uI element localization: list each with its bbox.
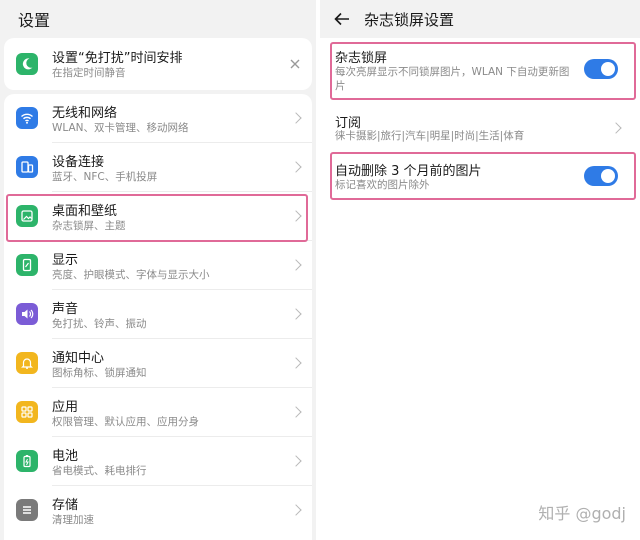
settings-pane: 设置 设置“免打扰”时间安排 在指定时间静音 无线和网络 WLAN、双卡管理、移… [0,0,316,540]
item-title: 设备连接 [52,155,105,170]
item-title: 无线和网络 [52,106,118,121]
item-title: 存储 [52,498,79,513]
item-subtitle: 清理加速 [52,514,94,526]
page-title: 杂志锁屏设置 [364,10,455,29]
item-subtitle: 免打扰、铃声、振动 [52,318,147,330]
item-subtitle: 权限管理、默认应用、应用分身 [52,416,199,428]
right-header: 杂志锁屏设置 [320,0,640,38]
watermark: 知乎 @godj [538,504,626,523]
chevron-right-icon [290,406,302,418]
settings-item-storage[interactable]: 存储 清理加速 [4,486,312,535]
settings-item-wallpaper[interactable]: 桌面和壁纸 杂志锁屏、主题 [4,192,312,241]
settings-item-notifications[interactable]: 通知中心 图标角标、锁屏通知 [4,339,312,388]
display-icon [16,254,38,276]
row-subtitle: 徕卡摄影|旅行|汽车|明星|时尚|生活|体育 [335,130,525,142]
item-subtitle: 图标角标、锁屏通知 [52,367,147,379]
settings-item-device-connection[interactable]: 设备连接 蓝牙、NFC、手机投屏 [4,143,312,192]
chevron-right-icon [290,308,302,320]
battery-icon [16,450,38,472]
settings-item-display[interactable]: 显示 亮度、护眼模式、字体与显示大小 [4,241,312,290]
item-title: 显示 [52,253,79,268]
setting-subscribe[interactable]: 订阅 徕卡摄影|旅行|汽车|明星|时尚|生活|体育 [320,106,640,150]
moon-icon [16,53,38,75]
chevron-right-icon [290,455,302,467]
row-title: 自动删除 3 个月前的图片 [335,164,482,179]
auto-delete-toggle[interactable] [584,166,618,186]
row-subtitle: 每次亮屏显示不同锁屏图片，WLAN 下自动更新图片 [335,66,570,92]
chevron-right-icon [290,210,302,222]
setting-auto-delete[interactable]: 自动删除 3 个月前的图片 标记喜欢的图片除外 [320,156,640,198]
settings-item-battery[interactable]: 电池 省电模式、耗电排行 [4,437,312,486]
settings-item-apps[interactable]: 应用 权限管理、默认应用、应用分身 [4,388,312,437]
toggle-knob [601,62,615,76]
chevron-right-icon [290,161,302,173]
item-subtitle: 亮度、护眼模式、字体与显示大小 [52,269,210,281]
wifi-icon [16,107,38,129]
page-title: 设置 [18,11,51,30]
chevron-right-icon [290,112,302,124]
dnd-notice-card[interactable]: 设置“免打扰”时间安排 在指定时间静音 [4,38,312,90]
notice-subtitle: 在指定时间静音 [52,67,126,79]
item-title: 电池 [52,449,79,464]
item-subtitle: 蓝牙、NFC、手机投屏 [52,171,158,183]
chevron-right-icon [290,259,302,271]
settings-item-wireless[interactable]: 无线和网络 WLAN、双卡管理、移动网络 [4,94,312,143]
settings-list: 无线和网络 WLAN、双卡管理、移动网络 设备连接 蓝牙、NFC、手机投屏 桌面… [4,94,312,540]
item-title: 声音 [52,302,79,317]
notice-title: 设置“免打扰”时间安排 [52,51,183,66]
setting-magazine-lockscreen[interactable]: 杂志锁屏 每次亮屏显示不同锁屏图片，WLAN 下自动更新图片 [320,44,640,100]
apps-icon [16,401,38,423]
item-subtitle: 杂志锁屏、主题 [52,220,126,232]
storage-icon [16,499,38,521]
item-subtitle: WLAN、双卡管理、移动网络 [52,122,189,134]
wallpaper-icon [16,205,38,227]
devices-icon [16,156,38,178]
item-title: 通知中心 [52,351,105,366]
chevron-right-icon [290,504,302,516]
item-title: 桌面和壁纸 [52,204,118,219]
back-arrow-icon[interactable] [320,0,364,38]
bell-icon [16,352,38,374]
magazine-lockscreen-toggle[interactable] [584,59,618,79]
row-subtitle: 标记喜欢的图片除外 [335,179,430,191]
chevron-right-icon [290,357,302,369]
item-subtitle: 省电模式、耗电排行 [52,465,147,477]
toggle-knob [601,169,615,183]
item-title: 应用 [52,400,79,415]
close-icon[interactable] [286,55,304,73]
magazine-lockscreen-pane: 杂志锁屏设置 杂志锁屏 每次亮屏显示不同锁屏图片，WLAN 下自动更新图片 订阅… [320,0,640,540]
settings-item-sound[interactable]: 声音 免打扰、铃声、振动 [4,290,312,339]
row-title: 杂志锁屏 [335,51,388,66]
sound-icon [16,303,38,325]
chevron-right-icon [610,122,622,134]
